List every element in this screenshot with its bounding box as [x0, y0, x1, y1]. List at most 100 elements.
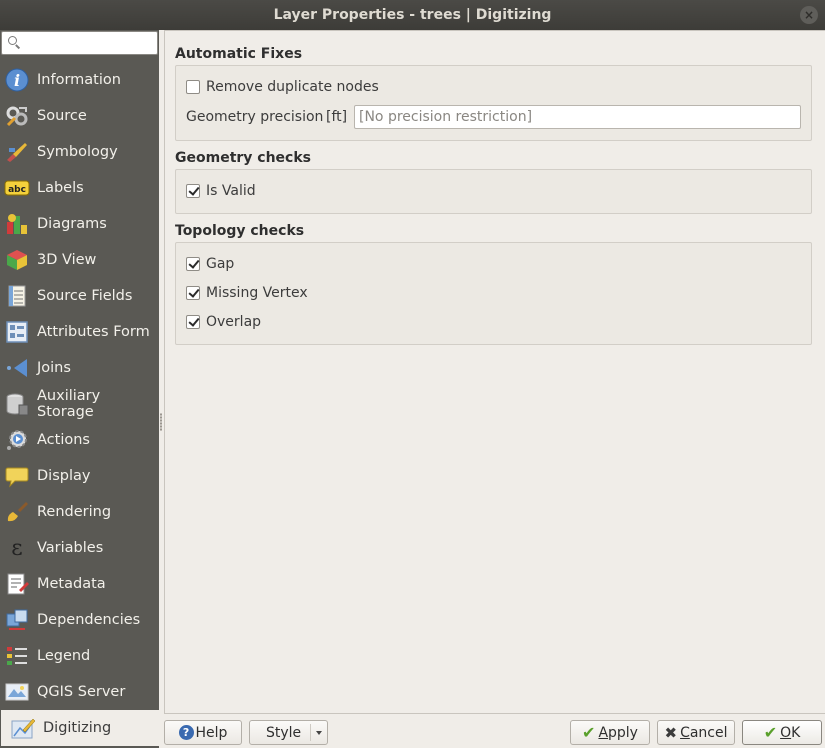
splitter-grip [160, 413, 162, 431]
sidebar-item-source[interactable]: Source [0, 98, 159, 134]
is-valid-row[interactable]: Is Valid [186, 183, 256, 199]
gap-row[interactable]: Gap [186, 256, 234, 272]
sidebar-item-label: Source [37, 108, 87, 124]
cancel-button[interactable]: ✖ Cancel [657, 720, 735, 745]
digitizing-panel: Automatic Fixes Remove duplicate nodes G… [164, 30, 825, 714]
style-dropdown-separator [310, 724, 311, 741]
title-bar: Layer Properties - trees | Digitizing × [0, 0, 825, 30]
sidebar-item-label: 3D View [37, 252, 97, 268]
missing-vertex-row[interactable]: Missing Vertex [186, 285, 308, 301]
dependencies-icon [4, 607, 30, 633]
check-icon: ✔ [582, 723, 596, 742]
close-icon: × [803, 8, 815, 22]
overlap-label: Overlap [206, 314, 262, 330]
sidebar-item-label: Symbology [37, 144, 118, 160]
sidebar-item-information[interactable]: i Information [0, 62, 159, 98]
overlap-checkbox[interactable] [186, 315, 200, 329]
variables-icon-text: ε [11, 536, 22, 560]
metadata-icon [4, 571, 30, 597]
geometry-checks-title: Geometry checks [175, 150, 311, 166]
ok-button-label: OK [780, 724, 801, 741]
automatic-fixes-group: Remove duplicate nodes Geometry precisio… [175, 65, 812, 141]
topology-checks-title: Topology checks [175, 223, 305, 239]
search-input[interactable] [22, 34, 152, 52]
geometry-precision-label: Geometry precision [186, 109, 324, 125]
sidebar-item-label: Legend [37, 648, 91, 664]
info-icon: i [4, 67, 30, 93]
sidebar-item-label: Attributes Form [37, 324, 150, 340]
sidebar: i Information Source Symbology abc Label… [0, 30, 159, 748]
joins-icon [4, 355, 30, 381]
sidebar-item-label: Diagrams [37, 216, 107, 232]
variables-icon: ε [4, 535, 30, 561]
sidebar-item-legend[interactable]: Legend [0, 638, 159, 674]
sidebar-item-source-fields[interactable]: Source Fields [0, 278, 159, 314]
remove-duplicate-nodes-row[interactable]: Remove duplicate nodes [186, 79, 379, 95]
geometry-precision-input[interactable] [354, 105, 801, 129]
search-icon [8, 36, 17, 45]
labels-icon: abc [4, 175, 30, 201]
is-valid-checkbox[interactable] [186, 184, 200, 198]
diagrams-icon [4, 211, 30, 237]
sidebar-item-variables[interactable]: ε Variables [0, 530, 159, 566]
help-button-label: Help [195, 724, 228, 741]
sidebar-item-labels[interactable]: abc Labels [0, 170, 159, 206]
gap-checkbox[interactable] [186, 257, 200, 271]
auxiliary-storage-icon [4, 391, 30, 417]
sidebar-item-symbology[interactable]: Symbology [0, 134, 159, 170]
style-dropdown-button[interactable]: Style [249, 720, 328, 745]
rendering-icon [4, 499, 30, 525]
sidebar-item-diagrams[interactable]: Diagrams [0, 206, 159, 242]
close-icon: ✖ [664, 723, 678, 742]
sidebar-item-label: Auxiliary Storage [37, 388, 101, 420]
sidebar-item-label: Information [37, 72, 121, 88]
sidebar-item-label: Display [37, 468, 91, 484]
legend-icon [4, 643, 30, 669]
3d-view-icon [4, 247, 30, 273]
display-icon [4, 463, 30, 489]
sidebar-item-metadata[interactable]: Metadata [0, 566, 159, 602]
sidebar-item-digitizing[interactable]: Digitizing [0, 710, 159, 746]
sidebar-item-3d-view[interactable]: 3D View [0, 242, 159, 278]
sidebar-item-label: Joins [37, 360, 71, 376]
is-valid-label: Is Valid [206, 183, 256, 199]
sidebar-item-rendering[interactable]: Rendering [0, 494, 159, 530]
style-button-label: Style [266, 724, 302, 741]
geometry-precision-unit: [ft] [326, 109, 348, 125]
sidebar-item-display[interactable]: Display [0, 458, 159, 494]
sidebar-item-label: QGIS Server [37, 684, 126, 700]
gap-label: Gap [206, 256, 235, 272]
qgis-server-icon [4, 679, 30, 705]
help-icon: ? [178, 725, 194, 740]
sidebar-item-attributes-form[interactable]: Attributes Form [0, 314, 159, 350]
svg-text:i: i [14, 71, 20, 90]
overlap-row[interactable]: Overlap [186, 314, 261, 330]
sidebar-item-label: Labels [37, 180, 84, 196]
window-title: Layer Properties - trees | Digitizing [273, 7, 552, 23]
remove-duplicate-nodes-checkbox[interactable] [186, 80, 200, 94]
help-button[interactable]: ? Help [164, 720, 242, 745]
dialog-button-bar: ? Help Style ✔ Apply ✖ Cancel ✔ OK [159, 714, 825, 748]
missing-vertex-checkbox[interactable] [186, 286, 200, 300]
actions-icon [4, 427, 30, 453]
sidebar-item-label: Digitizing [43, 720, 112, 736]
search-box[interactable] [1, 31, 158, 55]
ok-button[interactable]: ✔ OK [742, 720, 822, 745]
source-fields-icon [4, 283, 30, 309]
cancel-button-label: Cancel [680, 724, 728, 741]
labels-icon-text: abc [8, 185, 26, 195]
sidebar-item-label: Metadata [37, 576, 106, 592]
close-button[interactable]: × [800, 6, 818, 24]
geometry-checks-group: Is Valid [175, 169, 812, 214]
sidebar-item-actions[interactable]: Actions [0, 422, 159, 458]
chevron-down-icon[interactable] [316, 731, 322, 735]
sidebar-item-qgis-server[interactable]: QGIS Server [0, 674, 159, 710]
sidebar-item-joins[interactable]: Joins [0, 350, 159, 386]
remove-duplicate-nodes-label: Remove duplicate nodes [206, 79, 379, 95]
attributes-form-icon [4, 319, 30, 345]
sidebar-item-auxiliary-storage[interactable]: Auxiliary Storage [0, 386, 159, 422]
sidebar-item-dependencies[interactable]: Dependencies [0, 602, 159, 638]
topology-checks-group: Gap Missing Vertex Overlap [175, 242, 812, 345]
symbology-icon [4, 139, 30, 165]
apply-button[interactable]: ✔ Apply [570, 720, 650, 745]
